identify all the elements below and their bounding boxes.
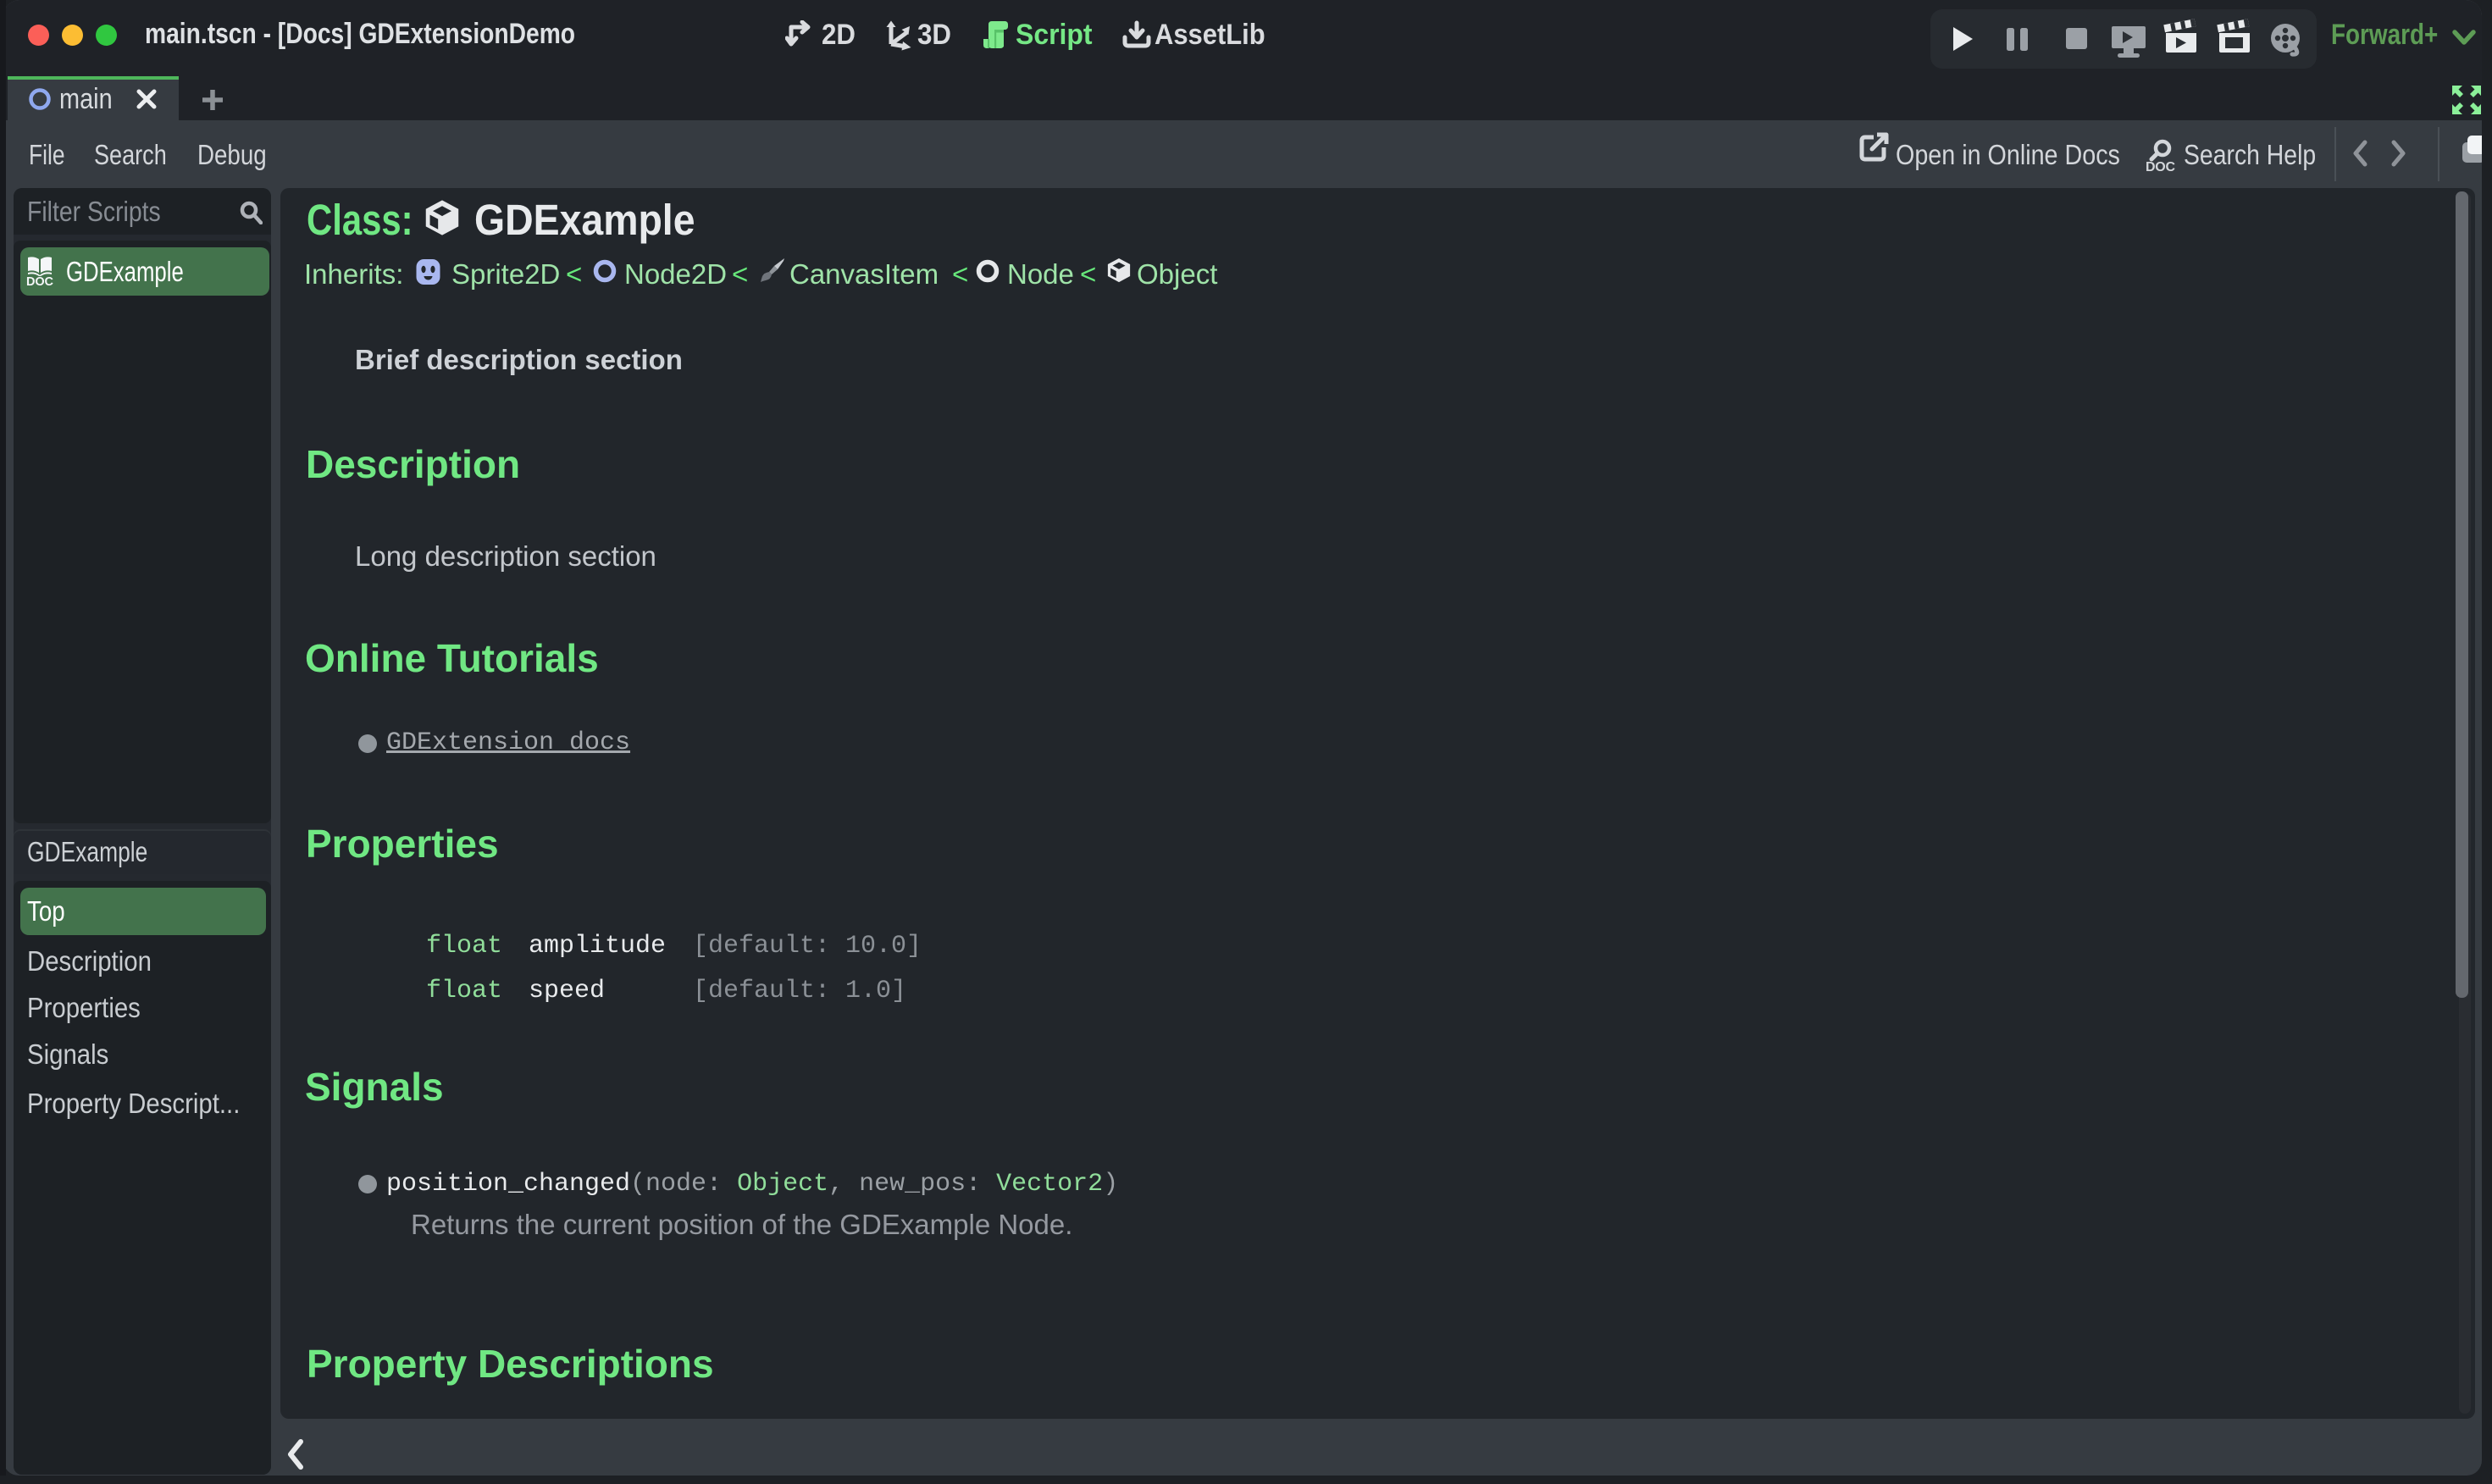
svg-text:DOC: DOC bbox=[2146, 160, 2175, 173]
svg-text:DOC: DOC bbox=[26, 275, 53, 286]
